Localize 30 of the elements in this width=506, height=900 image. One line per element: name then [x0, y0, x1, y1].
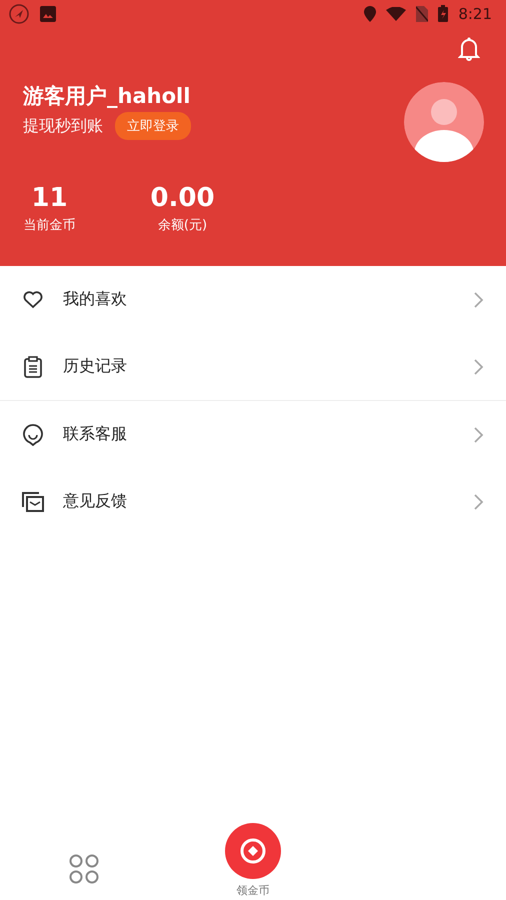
nav-label: 领金币 — [236, 883, 270, 898]
chevron-right-icon — [474, 358, 484, 374]
status-time: 8:21 — [458, 4, 492, 22]
menu-item[interactable]: 意见反馈 — [0, 468, 506, 535]
stat-value: 0.00 — [150, 182, 215, 214]
chevron-right-icon — [474, 494, 484, 510]
menu-item[interactable]: 我的喜欢 — [0, 266, 506, 333]
image-icon — [40, 6, 56, 22]
coin-button-icon[interactable] — [224, 823, 281, 879]
feedback-box-icon — [22, 492, 44, 512]
avatar-icon[interactable] — [404, 82, 484, 162]
location-icon — [364, 6, 376, 22]
chevron-right-icon — [474, 426, 484, 442]
stat-value: 11 — [31, 182, 68, 214]
smile-bubble-icon — [22, 424, 44, 446]
user-name: 游客用户_haholl — [23, 83, 192, 110]
clipboard-icon — [24, 356, 42, 378]
send-icon — [8, 2, 30, 24]
chevron-right-icon — [474, 292, 484, 308]
no-sim-icon — [416, 6, 428, 22]
stat-label: 余额(元) — [158, 217, 208, 234]
menu-item[interactable]: 联系客服 — [0, 401, 506, 468]
heart-icon — [23, 290, 43, 308]
battery-icon — [438, 5, 448, 22]
stat-label: 当前金币 — [24, 217, 76, 234]
grid-icon[interactable] — [69, 854, 100, 884]
subtitle: 提现秒到账 — [23, 116, 103, 136]
menu-item[interactable]: 历史记录 — [0, 333, 506, 400]
bell-icon[interactable] — [458, 37, 480, 61]
wifi-icon — [386, 6, 406, 20]
